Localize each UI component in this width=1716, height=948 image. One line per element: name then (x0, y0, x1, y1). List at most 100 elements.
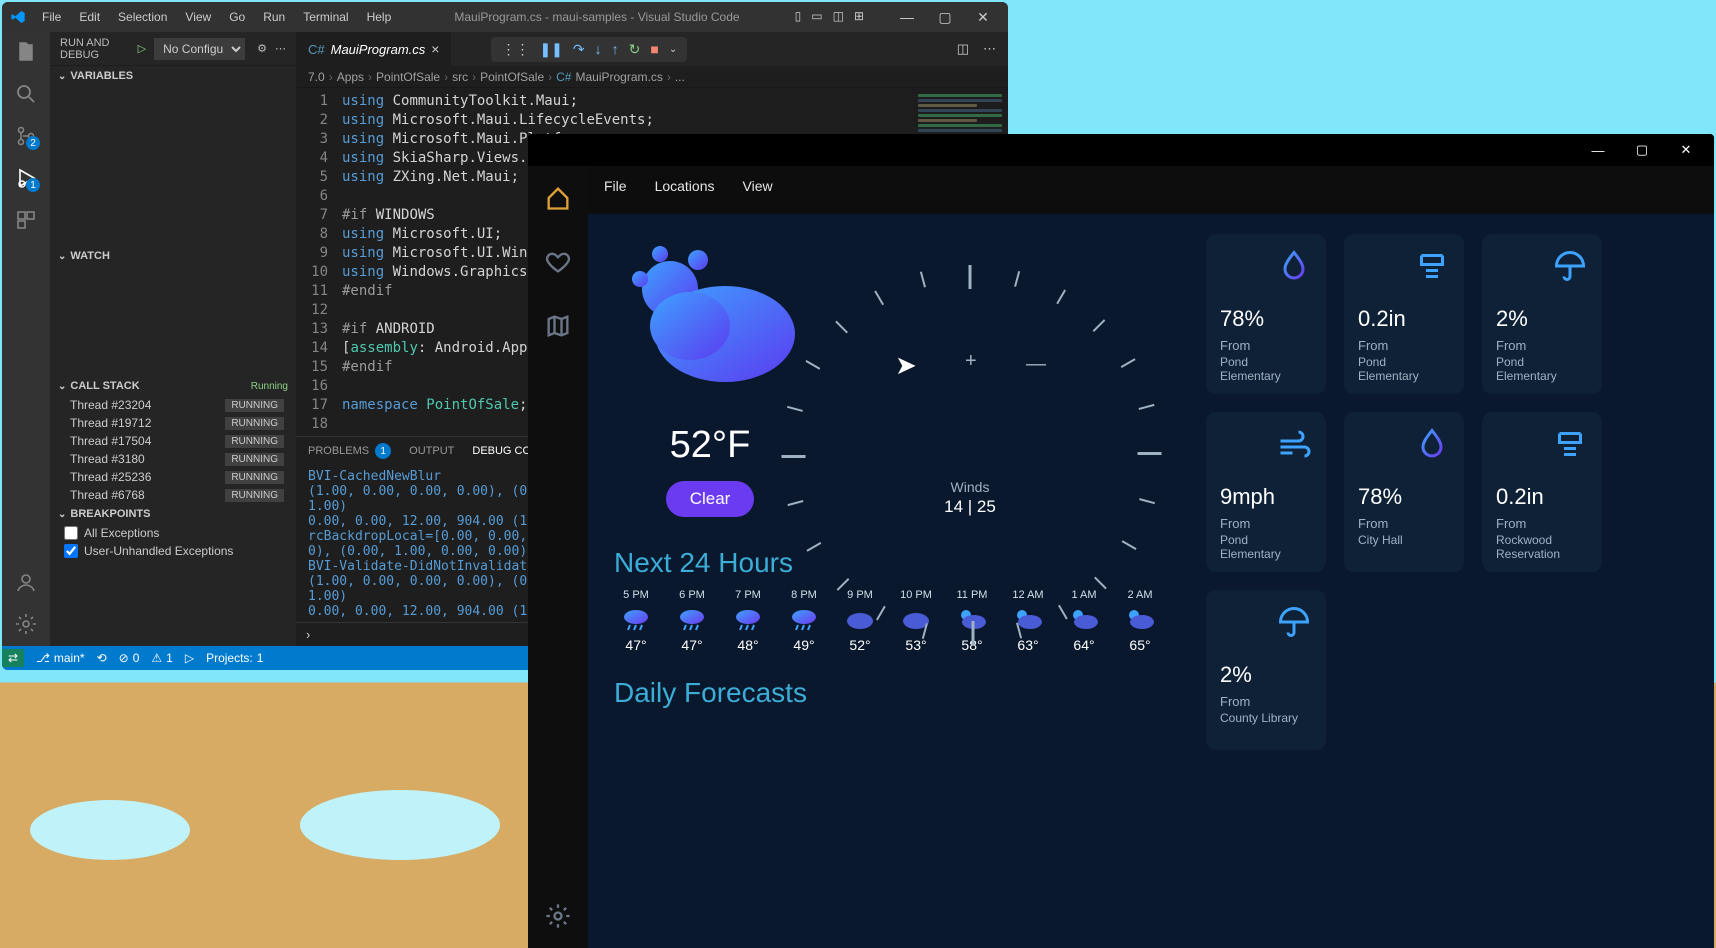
menu-edit[interactable]: Edit (71, 6, 108, 28)
debug-status-icon[interactable]: ▷ (185, 651, 194, 665)
sync-status-icon[interactable]: ⟲ (97, 651, 107, 665)
tile-value: 78% (1220, 306, 1312, 332)
branch-status[interactable]: ⎇ main* (36, 651, 85, 665)
step-out-icon[interactable]: ↑ (612, 41, 619, 57)
wmenu-locations[interactable]: Locations (655, 178, 715, 194)
menu-file[interactable]: File (34, 6, 69, 28)
current-temp: 52°F (666, 424, 755, 467)
start-debug-icon[interactable]: ▷ (138, 42, 146, 55)
menu-run[interactable]: Run (255, 6, 293, 28)
weather-tile[interactable]: 9mph From Pond Elementary (1206, 412, 1326, 572)
weather-close-icon[interactable]: ✕ (1664, 134, 1708, 166)
account-icon[interactable] (14, 570, 38, 594)
window-maximize-icon[interactable]: ▢ (930, 9, 960, 26)
weather-tile[interactable]: 0.2in From Pond Elementary (1344, 234, 1464, 394)
menu-selection[interactable]: Selection (110, 6, 175, 28)
callstack-thread[interactable]: Thread #3180RUNNING (50, 450, 296, 468)
hour-forecast[interactable]: 9 PM 52° (838, 589, 882, 653)
hour-forecast[interactable]: 8 PM 49° (782, 589, 826, 653)
breadcrumb-segment[interactable]: MauiProgram.cs (575, 70, 662, 84)
nav-favorites-icon[interactable] (542, 246, 574, 278)
callstack-thread[interactable]: Thread #17504RUNNING (50, 432, 296, 450)
menu-go[interactable]: Go (221, 6, 253, 28)
projects-status[interactable]: Projects: 1 (206, 651, 263, 665)
wmenu-file[interactable]: File (604, 178, 627, 194)
settings-gear-icon[interactable] (14, 612, 38, 636)
scm-icon[interactable]: 2 (14, 124, 38, 148)
breakpoint-row[interactable]: All Exceptions (64, 524, 296, 542)
debug-dropdown-icon[interactable]: ⌄ (669, 44, 677, 55)
breadcrumb-segment[interactable]: src (452, 70, 468, 84)
callstack-thread[interactable]: Thread #25236RUNNING (50, 468, 296, 486)
menu-view[interactable]: View (177, 6, 219, 28)
weather-titlebar[interactable]: ― ▢ ✕ (528, 134, 1714, 166)
hour-forecast[interactable]: 1 AM 64° (1062, 589, 1106, 653)
vscode-titlebar[interactable]: File Edit Selection View Go Run Terminal… (2, 2, 1008, 32)
tab-problems[interactable]: PROBLEMS1 (308, 443, 391, 459)
tab-more-icon[interactable]: ⋯ (983, 41, 996, 57)
search-icon[interactable] (14, 82, 38, 106)
extensions-icon[interactable] (14, 208, 38, 232)
hour-forecast[interactable]: 7 PM 48° (726, 589, 770, 653)
layout-split-icon[interactable]: ◫ (833, 9, 844, 26)
hour-forecast[interactable]: 12 AM 63° (1006, 589, 1050, 653)
weather-tile[interactable]: 2% From Pond Elementary (1482, 234, 1602, 394)
stop-icon[interactable]: ■ (650, 41, 658, 57)
section-variables[interactable]: ⌄VARIABLES (50, 66, 296, 86)
breadcrumb-segment[interactable]: ... (675, 70, 685, 84)
breakpoint-checkbox[interactable] (64, 526, 78, 540)
breadcrumb-segment[interactable]: PointOfSale (376, 70, 440, 84)
split-editor-icon[interactable]: ◫ (957, 41, 969, 57)
layout-bottom-icon[interactable]: ▭ (811, 9, 822, 26)
config-select[interactable]: No Configu (154, 38, 245, 60)
nav-map-icon[interactable] (542, 310, 574, 342)
errors-status[interactable]: ⊘ 0 (119, 651, 140, 665)
nav-settings-icon[interactable] (542, 900, 574, 932)
weather-tile[interactable]: 78% From Pond Elementary (1206, 234, 1326, 394)
wmenu-view[interactable]: View (743, 178, 773, 194)
breadcrumb-segment[interactable]: Apps (337, 70, 364, 84)
menu-terminal[interactable]: Terminal (295, 6, 356, 28)
weather-minimize-icon[interactable]: ― (1576, 134, 1620, 166)
callstack-thread[interactable]: Thread #23204RUNNING (50, 396, 296, 414)
breadcrumbs[interactable]: 7.0›Apps›PointOfSale›src›PointOfSale›C# … (296, 66, 1008, 88)
window-close-icon[interactable]: ✕ (968, 9, 998, 26)
nav-home-icon[interactable] (542, 182, 574, 214)
restart-icon[interactable]: ↻ (629, 41, 641, 58)
warnings-status[interactable]: ⚠ 1 (151, 651, 172, 665)
hour-forecast[interactable]: 2 AM 65° (1118, 589, 1162, 653)
drag-handle-icon[interactable]: ⋮⋮ (501, 41, 529, 58)
callstack-thread[interactable]: Thread #6768RUNNING (50, 486, 296, 504)
breakpoint-row[interactable]: User-Unhandled Exceptions (64, 542, 296, 560)
run-debug-icon[interactable]: 1 (14, 166, 38, 190)
config-gear-icon[interactable]: ⚙ (257, 42, 267, 55)
weather-tile[interactable]: 0.2in From Rockwood Reservation (1482, 412, 1602, 572)
hour-forecast[interactable]: 5 PM 47° (614, 589, 658, 653)
explorer-icon[interactable] (14, 40, 38, 64)
step-over-icon[interactable]: ↷ (573, 41, 585, 58)
section-callstack[interactable]: ⌄CALL STACKRunning (50, 376, 296, 396)
tab-output[interactable]: OUTPUT (409, 443, 454, 459)
breadcrumb-segment[interactable]: PointOfSale (480, 70, 544, 84)
layout-primary-icon[interactable]: ▯ (795, 9, 802, 26)
weather-tile[interactable]: 2% From County Library (1206, 590, 1326, 750)
section-breakpoints[interactable]: ⌄BREAKPOINTS (50, 504, 296, 524)
clear-button[interactable]: Clear (666, 481, 755, 517)
section-watch[interactable]: ⌄WATCH (50, 246, 296, 266)
layout-grid-icon[interactable]: ⊞ (854, 9, 864, 26)
remote-status-icon[interactable]: ⇄ (2, 649, 24, 667)
breakpoint-checkbox[interactable] (64, 544, 78, 558)
more-icon[interactable]: ⋯ (275, 42, 286, 55)
pause-icon[interactable]: ❚❚ (539, 41, 562, 58)
step-into-icon[interactable]: ↓ (595, 41, 602, 57)
weather-tile[interactable]: 78% From City Hall (1344, 412, 1464, 572)
menu-help[interactable]: Help (359, 6, 400, 28)
tab-close-icon[interactable]: × (431, 41, 439, 57)
hour-forecast[interactable]: 10 PM 53° (894, 589, 938, 653)
breadcrumb-segment[interactable]: 7.0 (308, 70, 325, 84)
editor-tab[interactable]: C# MauiProgram.cs × (296, 32, 451, 66)
weather-maximize-icon[interactable]: ▢ (1620, 134, 1664, 166)
window-minimize-icon[interactable]: ― (892, 9, 922, 26)
hour-forecast[interactable]: 6 PM 47° (670, 589, 714, 653)
callstack-thread[interactable]: Thread #19712RUNNING (50, 414, 296, 432)
